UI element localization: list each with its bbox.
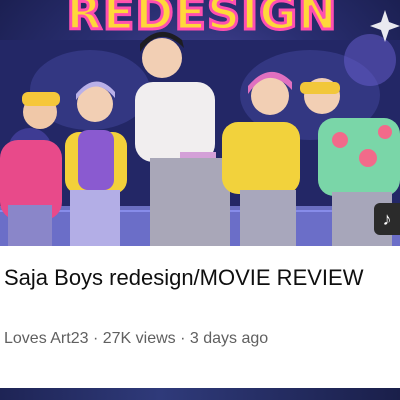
separator: · <box>92 330 99 347</box>
video-title[interactable]: Saja Boys redesign/MOVIE REVIEW <box>4 264 394 292</box>
video-details[interactable]: Saja Boys redesign/MOVIE REVIEW Loves Ar… <box>0 246 400 386</box>
video-metadata: Loves Art23 · 27K views · 3 days ago <box>4 329 396 349</box>
music-note-icon: ♪ <box>374 203 400 235</box>
view-count: 27K views <box>102 330 176 347</box>
upload-age: 3 days ago <box>189 330 269 347</box>
next-video-thumbnail[interactable] <box>0 388 400 400</box>
video-thumbnail[interactable]: REDESIGN ♪ <box>0 0 400 246</box>
separator: · <box>180 330 186 347</box>
thumbnail-title-text: REDESIGN <box>65 0 338 42</box>
channel-name[interactable]: Loves Art23 <box>4 330 89 347</box>
